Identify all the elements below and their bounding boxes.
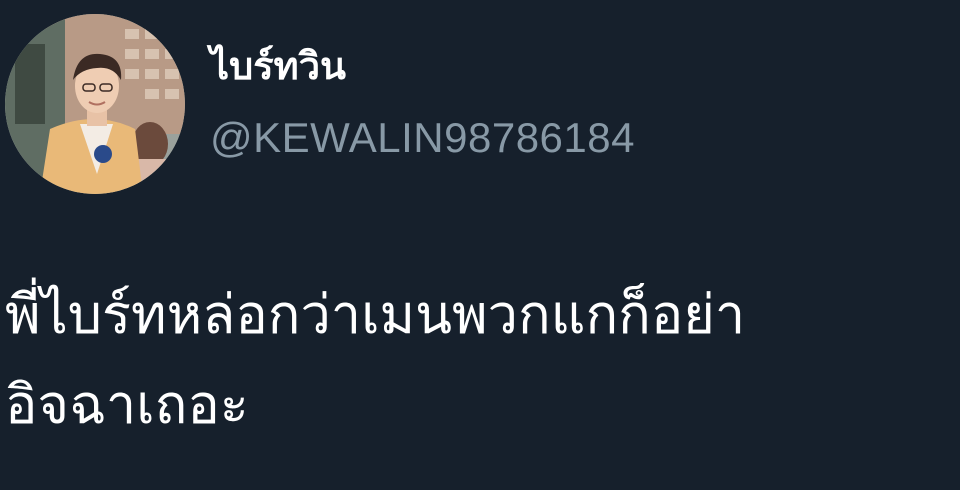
avatar[interactable]: [5, 14, 185, 194]
user-handle[interactable]: @KEWALIN98786184: [210, 112, 635, 164]
display-name[interactable]: ไบร์ทวิน: [210, 40, 346, 92]
tweet-card: ไบร์ทวิน @KEWALIN98786184 พี่ไบร์ทหล่อกว…: [0, 0, 960, 490]
tweet-text: พี่ไบร์ทหล่อกว่าเมนพวกแกก็อย่า อิจฉาเถอะ: [5, 270, 955, 450]
tweet-text-line-1: พี่ไบร์ทหล่อกว่าเมนพวกแกก็อย่า: [5, 283, 746, 346]
tweet-text-line-2: อิจฉาเถอะ: [5, 373, 249, 436]
avatar-photo: [5, 14, 185, 194]
